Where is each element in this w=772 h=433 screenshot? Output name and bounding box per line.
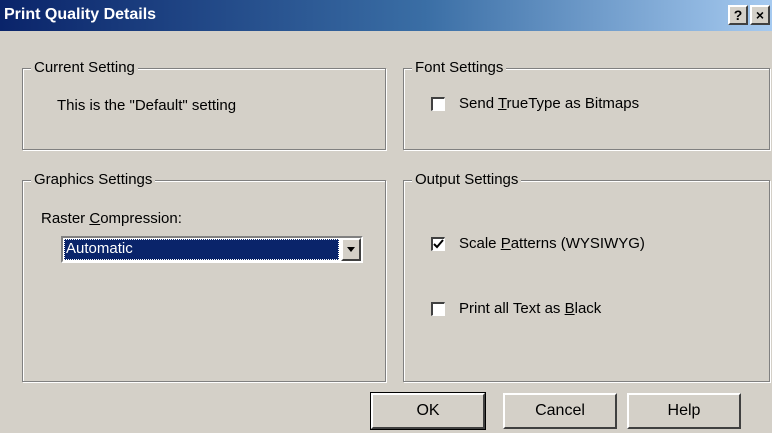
send-truetype-checkbox[interactable] [431,97,445,111]
window-title: Print Quality Details [4,6,157,23]
raster-compression-value: Automatic [64,239,339,260]
chevron-down-icon[interactable] [341,238,361,261]
title-bar: Print Quality Details ? × [0,0,772,31]
graphics-settings-legend: Graphics Settings [31,171,156,188]
ok-button[interactable]: OK [370,392,486,430]
output-settings-group: Output Settings Scale Patterns (WYSIWYG)… [403,171,770,382]
checkmark-icon [433,239,444,249]
font-settings-group: Font Settings Send TrueType as Bitmaps [403,59,770,150]
current-setting-text: This is the "Default" setting [57,97,237,114]
current-setting-legend: Current Setting [31,59,138,76]
cancel-button[interactable]: Cancel [503,393,617,429]
scale-patterns-label[interactable]: Scale Patterns (WYSIWYG) [459,235,645,252]
print-black-checkbox[interactable] [431,302,445,316]
graphics-settings-group: Graphics Settings Raster Compression: Au… [22,171,386,382]
font-settings-legend: Font Settings [412,59,507,76]
print-black-label[interactable]: Print all Text as Black [459,300,601,317]
scale-patterns-checkbox[interactable] [431,237,445,251]
close-button[interactable]: × [750,5,770,25]
current-setting-group: Current Setting This is the "Default" se… [22,59,386,150]
raster-compression-select[interactable]: Automatic [61,236,363,263]
output-settings-legend: Output Settings [412,171,522,188]
raster-compression-label: Raster Compression: [41,210,182,227]
help-button[interactable]: ? [728,5,748,25]
send-truetype-label[interactable]: Send TrueType as Bitmaps [459,95,639,112]
help-dialog-button[interactable]: Help [627,393,741,429]
